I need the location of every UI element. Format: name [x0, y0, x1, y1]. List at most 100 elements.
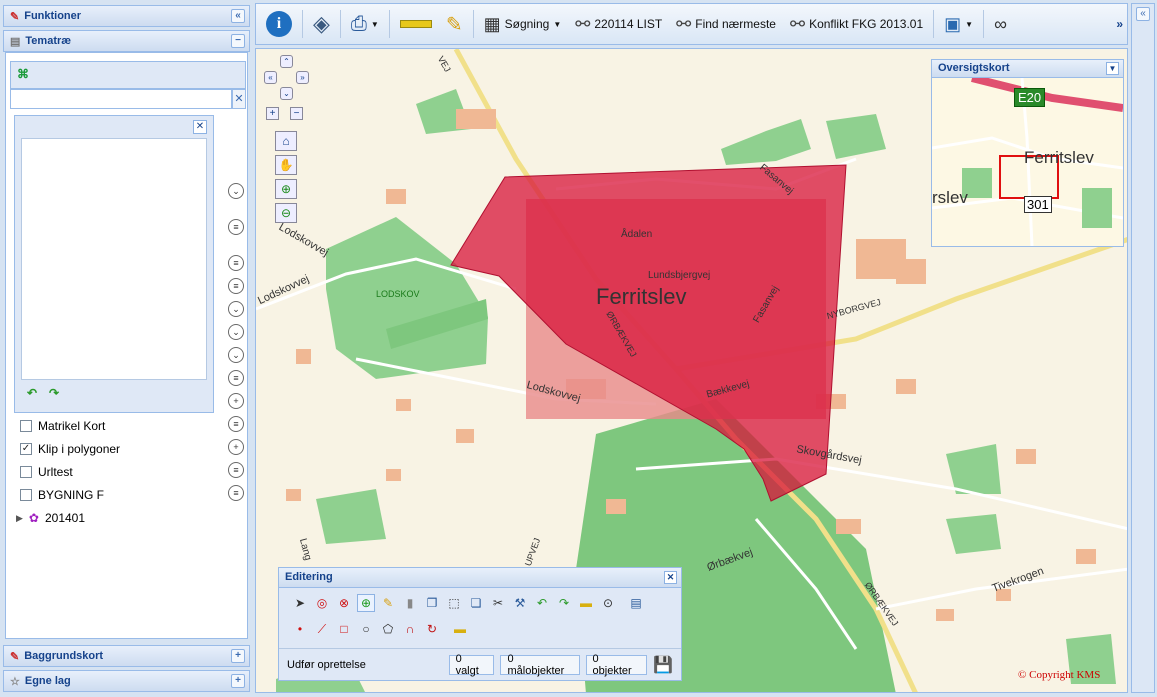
- duplicate-icon[interactable]: ❏: [467, 594, 485, 612]
- background-maps-header[interactable]: ✎ Baggrundskort +: [3, 645, 250, 667]
- layer-checkbox[interactable]: [20, 489, 32, 501]
- zoom-out-icon[interactable]: ⊖: [275, 203, 297, 223]
- menu-icon[interactable]: ≡: [228, 485, 244, 501]
- zoom-plus-icon[interactable]: +: [228, 439, 244, 455]
- target-icon[interactable]: ◎: [313, 594, 331, 612]
- pencil-icon[interactable]: ✎: [379, 594, 397, 612]
- redo-icon[interactable]: ↷: [555, 594, 573, 612]
- layer-row[interactable]: Matrikel Kort: [20, 416, 105, 436]
- info-button[interactable]: i: [262, 7, 296, 41]
- chevron-down-icon[interactable]: ⌄: [228, 324, 244, 340]
- theme-tree-header[interactable]: ▤ Tematræ −: [3, 30, 250, 52]
- left-panel: ✎ Funktioner « ▤ Tematræ − ⌘ ✕ ✕ ↶ ↷ Mat…: [0, 0, 252, 697]
- toolbox-button[interactable]: ▣ ▼: [940, 7, 977, 41]
- menu-icon[interactable]: ≡: [228, 370, 244, 386]
- redo-icon[interactable]: ↷: [49, 386, 59, 400]
- home-icon[interactable]: ⌂: [275, 131, 297, 151]
- overview-map[interactable]: E20 Ferritslev rslev 301: [932, 78, 1123, 246]
- close-edit-icon[interactable]: ✕: [664, 571, 677, 584]
- group-node[interactable]: ▶ ✿ 201401: [16, 508, 85, 528]
- menu-icon[interactable]: ≡: [228, 278, 244, 294]
- rotate-icon[interactable]: ↻: [423, 620, 441, 638]
- pan-right-icon[interactable]: »: [296, 71, 309, 84]
- binoculars-icon: ⚯: [575, 13, 591, 34]
- toolbar-divider: [339, 10, 341, 38]
- expand-background-button[interactable]: +: [231, 649, 245, 663]
- zoom-in-icon[interactable]: ⊕: [275, 179, 297, 199]
- polygon-icon[interactable]: ⬠: [379, 620, 397, 638]
- chevron-down-icon[interactable]: ⌄: [228, 347, 244, 363]
- menu-icon[interactable]: ≡: [228, 255, 244, 271]
- conflict-button[interactable]: ⚯ Konflikt FKG 2013.01: [786, 7, 927, 41]
- tree-toolbar: ⌘: [10, 61, 246, 89]
- layer-checkbox[interactable]: [20, 420, 32, 432]
- find-nearest-button[interactable]: ⚯ Find nærmeste: [672, 7, 780, 41]
- own-layers-header[interactable]: ☆ Egne lag +: [3, 670, 250, 692]
- menu-icon[interactable]: ≡: [228, 416, 244, 432]
- cut-icon[interactable]: ✂: [489, 594, 507, 612]
- multi-target-icon[interactable]: ⊗: [335, 594, 353, 612]
- chevron-down-icon[interactable]: ⌄: [228, 301, 244, 317]
- map-view[interactable]: Ferritslev LODSKOV Lodskovvej Lodskovvej…: [255, 48, 1128, 693]
- collapse-theme-button[interactable]: −: [231, 34, 245, 48]
- select-arrow-icon[interactable]: ➤: [291, 594, 309, 612]
- expand-arrow-icon[interactable]: ▶: [16, 513, 23, 524]
- zoom-plus-icon[interactable]: +: [228, 393, 244, 409]
- copy-icon[interactable]: ❐: [423, 594, 441, 612]
- layer-row[interactable]: ✓ Klip i polygoner: [20, 439, 120, 459]
- zoom-out-small-icon[interactable]: −: [290, 107, 303, 120]
- chevron-down-icon[interactable]: ⌄: [228, 183, 244, 199]
- overview-title: Oversigtskort: [938, 62, 1010, 74]
- layer-checkbox[interactable]: [20, 466, 32, 478]
- theme-search-input[interactable]: [10, 89, 232, 109]
- select-area-icon[interactable]: ⬚: [445, 594, 463, 612]
- undo-icon[interactable]: ↶: [27, 386, 37, 400]
- list-button[interactable]: ⚯ 220114 LIST: [571, 7, 666, 41]
- magnet-icon[interactable]: ∩: [401, 620, 419, 638]
- sitemap-icon[interactable]: ⌘: [17, 67, 29, 81]
- layers-button[interactable]: ◈: [309, 7, 334, 41]
- line-icon[interactable]: ⟋: [313, 620, 331, 638]
- undo-icon[interactable]: ↶: [533, 594, 551, 612]
- link-button[interactable]: ∞: [990, 7, 1011, 41]
- layer-row[interactable]: Urltest: [20, 462, 73, 482]
- add-feature-icon[interactable]: ⊕: [357, 594, 375, 612]
- overview-collapse-icon[interactable]: ▼: [1106, 62, 1119, 75]
- measure-icon[interactable]: ▬: [451, 620, 469, 638]
- town-label: Ferritslev: [596, 284, 687, 309]
- compass-icon[interactable]: ⊙: [599, 594, 617, 612]
- functions-header[interactable]: ✎ Funktioner «: [3, 5, 250, 27]
- circle-icon[interactable]: ○: [357, 620, 375, 638]
- delete-icon[interactable]: ▮: [401, 594, 419, 612]
- menu-icon[interactable]: ≡: [228, 219, 244, 235]
- pan-down-icon[interactable]: ⌄: [280, 87, 293, 100]
- expand-own-layers-button[interactable]: +: [231, 674, 245, 688]
- print-button[interactable]: ⎙ ▼: [347, 7, 383, 41]
- draw-button[interactable]: ✎: [442, 7, 467, 41]
- save-icon[interactable]: 💾: [653, 655, 673, 675]
- road-number-badge: 301: [1024, 196, 1052, 213]
- close-legend-icon[interactable]: ✕: [193, 120, 207, 134]
- search-button[interactable]: ▦ Søgning ▼: [480, 7, 566, 41]
- expand-right-button[interactable]: «: [1136, 7, 1150, 21]
- point-icon[interactable]: •: [291, 620, 309, 638]
- dropdown-arrow-icon: ▼: [370, 19, 379, 29]
- collapse-left-button[interactable]: «: [231, 9, 245, 23]
- toolbar-more-button[interactable]: »: [1112, 7, 1127, 41]
- clear-search-icon[interactable]: ✕: [232, 89, 246, 109]
- table-icon[interactable]: ▤: [627, 594, 645, 612]
- measure-icon[interactable]: ▬: [577, 594, 595, 612]
- pan-hand-icon[interactable]: ✋: [275, 155, 297, 175]
- background-maps-title: Baggrundskort: [24, 650, 104, 662]
- tool-icon[interactable]: ⚒: [511, 594, 529, 612]
- pan-up-icon[interactable]: ⌃: [280, 55, 293, 68]
- layer-checkbox[interactable]: ✓: [20, 443, 32, 455]
- conflict-label: Konflikt FKG 2013.01: [809, 17, 924, 31]
- zoom-in-small-icon[interactable]: +: [266, 107, 279, 120]
- layers-icon: ◈: [313, 11, 330, 36]
- layer-row[interactable]: BYGNING F: [20, 485, 104, 505]
- measure-button[interactable]: [396, 7, 436, 41]
- menu-icon[interactable]: ≡: [228, 462, 244, 478]
- rectangle-icon[interactable]: □: [335, 620, 353, 638]
- pan-left-icon[interactable]: «: [264, 71, 277, 84]
